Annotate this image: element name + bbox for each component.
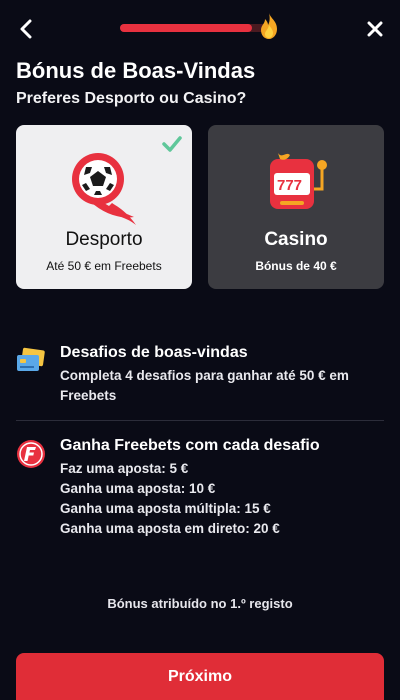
option-title: Casino [264,229,328,250]
option-subtitle: Até 50 € em Freebets [46,259,162,273]
close-button[interactable] [362,16,388,42]
close-icon [367,21,383,37]
info-line: Ganha uma aposta múltipla: 15 € [60,501,271,516]
slot-machine-icon: 777 [270,153,327,209]
top-bar [0,13,400,44]
info-text: Ganha Freebets com cada desafio Faz uma … [60,437,384,539]
flame-icon [261,13,277,39]
next-button[interactable]: Próximo [16,653,384,700]
cards-icon [17,347,45,371]
back-arrow-icon [20,19,32,39]
progress-bar [120,24,270,32]
option-title: Desporto [65,229,143,250]
option-subtitle: Bónus de 40 € [255,259,337,273]
info-text: Desafios de boas-vindas Completa 4 desaf… [60,344,384,406]
divider [16,420,384,421]
info-line: Ganha uma aposta: 10 € [60,481,216,496]
page-title: Bónus de Boas-Vindas [16,58,256,83]
page-subtitle: Preferes Desporto ou Casino? [16,90,247,107]
progress-fill [120,24,252,32]
bonus-footnote: Bónus atribuído no 1.º registo [107,596,293,611]
info-heading: Ganha Freebets com cada desafio [60,437,320,454]
soccer-ball-icon [72,153,136,225]
info-heading: Desafios de boas-vindas [60,344,248,361]
info-line: Completa 4 desafios para ganhar até 50 €… [60,368,349,403]
checkmark-icon [162,136,182,152]
info-line: Faz uma aposta: 5 € [60,461,189,476]
option-card-desporto[interactable]: Desporto Até 50 € em Freebets [16,125,192,289]
back-button[interactable] [14,16,38,42]
svg-text:777: 777 [277,177,302,194]
option-card-casino[interactable]: 777 Casino Bónus de 40 € [208,125,384,289]
freebet-f-icon [17,440,45,468]
info-line: Ganha uma aposta em direto: 20 € [60,521,280,536]
